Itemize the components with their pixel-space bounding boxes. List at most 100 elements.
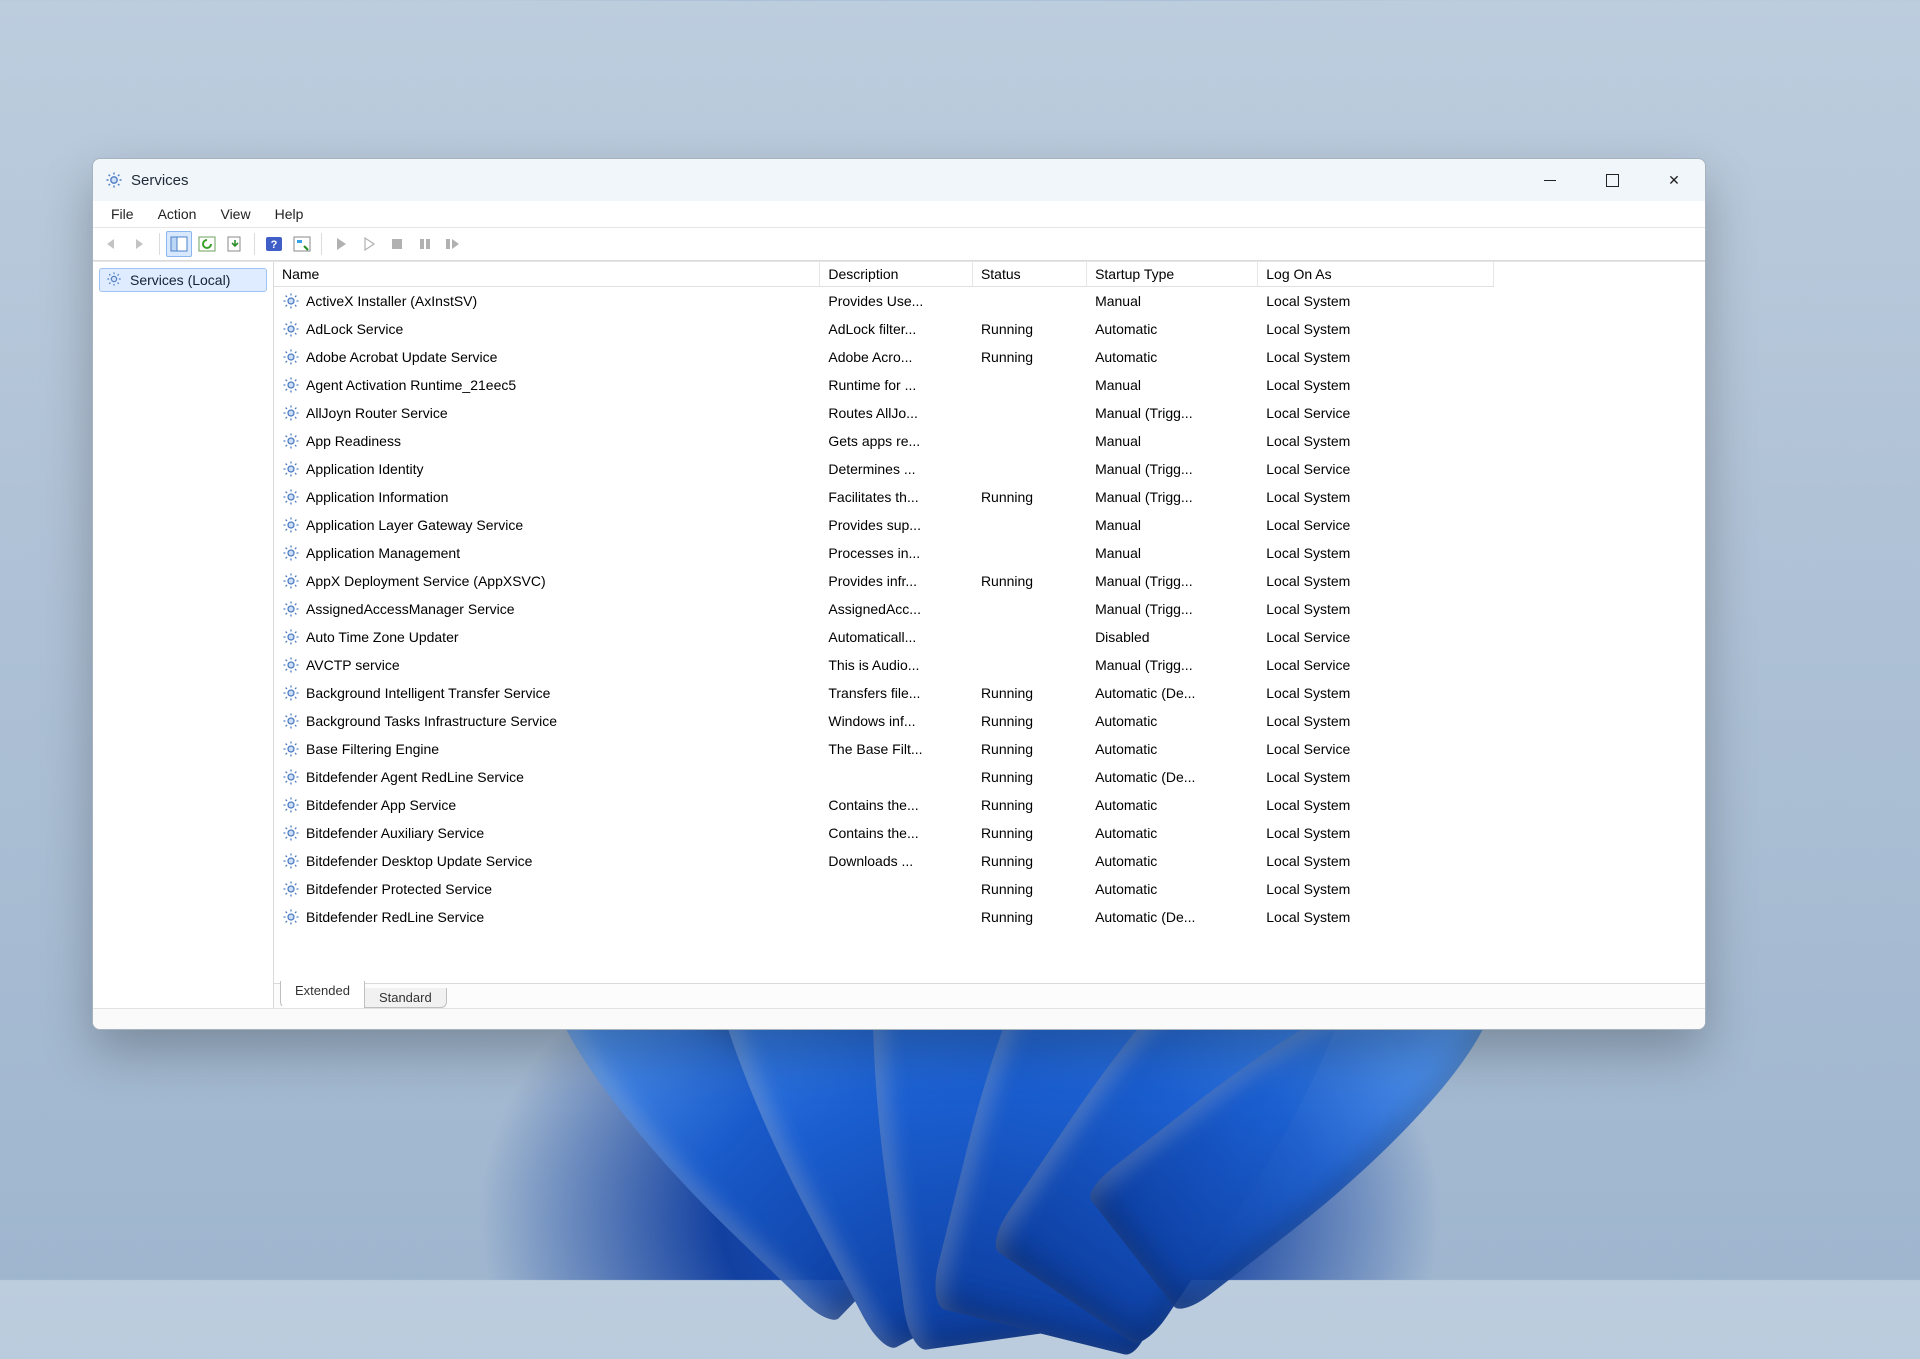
menu-view[interactable]: View: [208, 204, 262, 224]
table-row[interactable]: AppX Deployment Service (AppXSVC)Provide…: [274, 567, 1494, 595]
table-row[interactable]: Agent Activation Runtime_21eec5Runtime f…: [274, 371, 1494, 399]
table-row[interactable]: Bitdefender Auxiliary ServiceContains th…: [274, 819, 1494, 847]
service-startup: Automatic: [1087, 791, 1258, 819]
help-icon: ?: [265, 236, 283, 252]
table-row[interactable]: AVCTP serviceThis is Audio...Manual (Tri…: [274, 651, 1494, 679]
service-startup: Automatic: [1087, 343, 1258, 371]
refresh-button[interactable]: [194, 231, 220, 257]
tab-extended[interactable]: Extended: [280, 981, 365, 1008]
services-listview[interactable]: Name Description Status Startup Type Log…: [274, 262, 1705, 983]
minimize-button[interactable]: [1519, 159, 1581, 201]
service-status: Running: [972, 343, 1086, 371]
properties-button[interactable]: [289, 231, 315, 257]
service-status: [972, 371, 1086, 399]
service-logon: Local System: [1258, 287, 1494, 315]
service-logon: Local Service: [1258, 455, 1494, 483]
restart-service-button[interactable]: [440, 231, 466, 257]
start-service-button[interactable]: [328, 231, 354, 257]
service-gear-icon: [282, 376, 300, 394]
column-header-logon[interactable]: Log On As: [1258, 262, 1494, 287]
service-startup: Manual (Trigg...: [1087, 455, 1258, 483]
table-row[interactable]: AllJoyn Router ServiceRoutes AllJo...Man…: [274, 399, 1494, 427]
statusbar: [93, 1008, 1705, 1029]
menubar: File Action View Help: [93, 201, 1705, 228]
play-outline-icon: [362, 237, 376, 251]
table-row[interactable]: AssignedAccessManager ServiceAssignedAcc…: [274, 595, 1494, 623]
table-row[interactable]: App ReadinessGets apps re...ManualLocal …: [274, 427, 1494, 455]
service-logon: Local System: [1258, 847, 1494, 875]
maximize-icon: [1606, 174, 1619, 187]
tab-standard[interactable]: Standard: [364, 988, 447, 1008]
table-row[interactable]: Bitdefender Agent RedLine ServiceRunning…: [274, 763, 1494, 791]
table-row[interactable]: Auto Time Zone UpdaterAutomaticall...Dis…: [274, 623, 1494, 651]
table-row[interactable]: Base Filtering EngineThe Base Filt...Run…: [274, 735, 1494, 763]
service-logon: Local System: [1258, 791, 1494, 819]
service-name: AssignedAccessManager Service: [306, 601, 515, 617]
table-row[interactable]: ActiveX Installer (AxInstSV)Provides Use…: [274, 287, 1494, 315]
service-description: Contains the...: [820, 819, 973, 847]
service-status: Running: [972, 903, 1086, 931]
table-row[interactable]: Bitdefender RedLine ServiceRunningAutoma…: [274, 903, 1494, 931]
table-row[interactable]: Application IdentityDetermines ...Manual…: [274, 455, 1494, 483]
column-header-startup[interactable]: Startup Type: [1087, 262, 1258, 287]
services-window: Services ✕ File Action View Help ?: [92, 158, 1706, 1030]
show-hide-tree-button[interactable]: [166, 231, 192, 257]
menu-help[interactable]: Help: [263, 204, 316, 224]
table-row[interactable]: Background Tasks Infrastructure Service W…: [274, 707, 1494, 735]
service-logon: Local Service: [1258, 399, 1494, 427]
service-name: Bitdefender RedLine Service: [306, 909, 484, 925]
table-row[interactable]: Bitdefender Protected ServiceRunningAuto…: [274, 875, 1494, 903]
service-startup: Manual: [1087, 539, 1258, 567]
column-header-desc[interactable]: Description: [820, 262, 973, 287]
service-status: Running: [972, 707, 1086, 735]
service-gear-icon: [282, 572, 300, 590]
service-logon: Local System: [1258, 343, 1494, 371]
service-gear-icon: [282, 908, 300, 926]
table-row[interactable]: AdLock ServiceAdLock filter...RunningAut…: [274, 315, 1494, 343]
column-header-status[interactable]: Status: [972, 262, 1086, 287]
service-name: Background Tasks Infrastructure Service: [306, 713, 557, 729]
titlebar[interactable]: Services ✕: [93, 159, 1705, 201]
table-row[interactable]: Bitdefender Desktop Update ServiceDownlo…: [274, 847, 1494, 875]
app-gear-icon: [105, 171, 123, 189]
service-status: Running: [972, 315, 1086, 343]
service-status: [972, 399, 1086, 427]
table-row[interactable]: Application ManagementProcesses in...Man…: [274, 539, 1494, 567]
service-name: Application Information: [306, 489, 448, 505]
service-status: Running: [972, 567, 1086, 595]
tree-node-services-local[interactable]: Services (Local): [99, 268, 267, 292]
toolbar: ?: [93, 228, 1705, 261]
service-description: Processes in...: [820, 539, 973, 567]
back-button[interactable]: [99, 231, 125, 257]
service-startup: Automatic (De...: [1087, 763, 1258, 791]
service-description: Windows inf...: [820, 707, 973, 735]
column-header-name[interactable]: Name: [274, 262, 820, 287]
service-description: This is Audio...: [820, 651, 973, 679]
service-description: Facilitates th...: [820, 483, 973, 511]
console-tree[interactable]: Services (Local): [93, 262, 274, 1008]
close-button[interactable]: ✕: [1643, 159, 1705, 201]
table-row[interactable]: Application Layer Gateway ServiceProvide…: [274, 511, 1494, 539]
service-description: Automaticall...: [820, 623, 973, 651]
table-row[interactable]: Adobe Acrobat Update ServiceAdobe Acro..…: [274, 343, 1494, 371]
menu-action[interactable]: Action: [146, 204, 209, 224]
resume-service-button[interactable]: [356, 231, 382, 257]
export-list-button[interactable]: [222, 231, 248, 257]
forward-button[interactable]: [127, 231, 153, 257]
pause-icon: [418, 237, 432, 251]
pause-service-button[interactable]: [412, 231, 438, 257]
gear-icon: [106, 271, 124, 289]
service-logon: Local System: [1258, 539, 1494, 567]
help-button[interactable]: ?: [261, 231, 287, 257]
table-row[interactable]: Background Intelligent Transfer ServiceT…: [274, 679, 1494, 707]
maximize-button[interactable]: [1581, 159, 1643, 201]
table-row[interactable]: Bitdefender App ServiceContains the...Ru…: [274, 791, 1494, 819]
arrow-right-icon: [131, 237, 149, 251]
table-row[interactable]: Application Information Facilitates th...…: [274, 483, 1494, 511]
menu-file[interactable]: File: [99, 204, 146, 224]
service-description: [820, 875, 973, 903]
service-startup: Manual (Trigg...: [1087, 567, 1258, 595]
service-status: Running: [972, 735, 1086, 763]
stop-service-button[interactable]: [384, 231, 410, 257]
service-gear-icon: [282, 488, 300, 506]
